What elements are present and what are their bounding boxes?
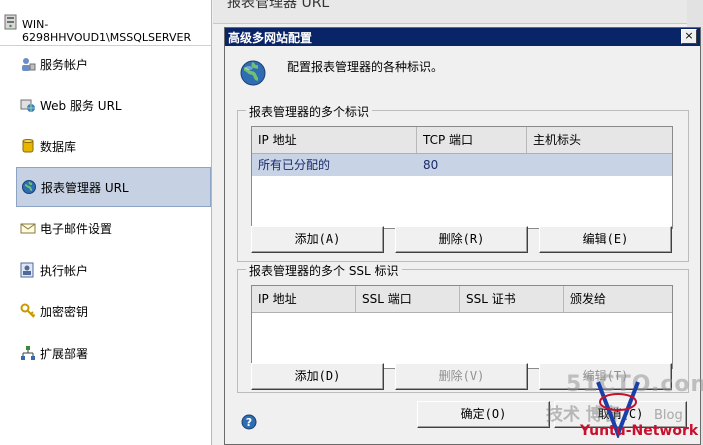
nav-item-scale-out-deployment[interactable]: 扩展部署 xyxy=(16,334,211,372)
identities-groupbox: 报表管理器的多个标识 IP 地址 TCP 端口 主机标头 所有已分配的 80 添… xyxy=(237,103,689,262)
server-header: WIN-6298HHVOUD1\MSSQLSERVER xyxy=(0,0,211,46)
cancel-button[interactable]: 取消(C) xyxy=(554,401,687,428)
add-ssl-identity-button[interactable]: 添加(D) xyxy=(251,363,384,390)
nav-label: 执行帐户 xyxy=(40,263,89,278)
edit-identity-button[interactable]: 编辑(E) xyxy=(539,226,672,253)
nav-label: Web 服务 URL xyxy=(40,98,122,113)
nav-label: 加密密钥 xyxy=(40,304,89,319)
column-ip-address[interactable]: IP 地址 xyxy=(252,127,417,153)
database-icon xyxy=(22,139,34,153)
column-tcp-port[interactable]: TCP 端口 xyxy=(417,127,527,153)
web-service-icon xyxy=(20,99,35,112)
ok-button[interactable]: 确定(O) xyxy=(417,401,550,428)
cell-ip-address: 所有已分配的 xyxy=(258,158,331,172)
ssl-identities-table[interactable]: IP 地址 SSL 端口 SSL 证书 颁发给 xyxy=(251,285,673,369)
close-button[interactable]: × xyxy=(681,29,697,44)
server-name: WIN-6298HHVOUD1\MSSQLSERVER xyxy=(22,18,192,44)
nav-label: 扩展部署 xyxy=(40,346,89,361)
column-ssl-certificate[interactable]: SSL 证书 xyxy=(460,286,564,312)
globe-icon xyxy=(240,60,266,86)
edit-ssl-identity-button[interactable]: 编辑(T) xyxy=(539,363,672,390)
table-header: IP 地址 SSL 端口 SSL 证书 颁发给 xyxy=(252,286,672,313)
column-host-header[interactable]: 主机标头 xyxy=(527,127,672,153)
delete-identity-button[interactable]: 删除(R) xyxy=(395,226,528,253)
dialog-description: 配置报表管理器的各种标识。 xyxy=(287,60,444,74)
ssl-identities-groupbox: 报表管理器的多个 SSL 标识 IP 地址 SSL 端口 SSL 证书 颁发给 … xyxy=(237,262,689,393)
page-title: 报表管理器 URL xyxy=(227,0,330,11)
close-icon: × xyxy=(684,29,694,42)
server-icon xyxy=(4,14,17,30)
nav-item-web-service-url[interactable]: Web 服务 URL xyxy=(16,86,211,124)
ssl-identities-legend: 报表管理器的多个 SSL 标识 xyxy=(246,262,402,279)
service-account-icon xyxy=(22,58,36,71)
identities-table[interactable]: IP 地址 TCP 端口 主机标头 所有已分配的 80 xyxy=(251,126,673,229)
cell-tcp-port: 80 xyxy=(423,158,439,172)
nav-label: 服务帐户 xyxy=(40,57,89,72)
nav-item-execution-account[interactable]: 执行帐户 xyxy=(16,251,211,289)
help-icon[interactable]: ? xyxy=(241,414,257,430)
identities-legend: 报表管理器的多个标识 xyxy=(246,103,373,120)
execution-account-icon xyxy=(20,262,34,278)
network-icon xyxy=(21,346,35,360)
email-icon xyxy=(20,223,36,234)
dialog-title: 高级多网站配置 xyxy=(228,31,313,45)
nav-item-database[interactable]: 数据库 xyxy=(16,127,211,165)
column-ssl-port[interactable]: SSL 端口 xyxy=(356,286,460,312)
globe-icon xyxy=(22,180,36,194)
table-header: IP 地址 TCP 端口 主机标头 xyxy=(252,127,672,154)
nav-item-email-settings[interactable]: 电子邮件设置 xyxy=(16,209,211,247)
key-icon xyxy=(20,303,36,318)
cell-host-header xyxy=(527,154,672,176)
navigation-sidebar: WIN-6298HHVOUD1\MSSQLSERVER 服务帐户 Web 服务 … xyxy=(0,0,212,445)
advanced-multiple-sites-dialog: 高级多网站配置 × 配置报表管理器的各种标识。 报表管理器的多个标识 IP 地址… xyxy=(224,27,701,445)
nav-item-service-account[interactable]: 服务帐户 xyxy=(16,45,211,83)
dialog-titlebar[interactable]: 高级多网站配置 × xyxy=(225,28,700,46)
column-issued-to[interactable]: 颁发给 xyxy=(564,286,672,312)
svg-text:?: ? xyxy=(246,416,252,429)
nav-label: 电子邮件设置 xyxy=(40,221,113,236)
delete-ssl-identity-button[interactable]: 删除(V) xyxy=(395,363,528,390)
add-identity-button[interactable]: 添加(A) xyxy=(251,226,384,253)
column-ip-address[interactable]: IP 地址 xyxy=(252,286,356,312)
main-title-strip: 报表管理器 URL xyxy=(213,0,703,24)
nav-item-report-manager-url[interactable]: 报表管理器 URL xyxy=(16,167,211,207)
nav-label: 数据库 xyxy=(40,139,77,154)
nav-label: 报表管理器 URL xyxy=(41,180,129,195)
table-row[interactable]: 所有已分配的 80 xyxy=(252,154,672,176)
nav-item-encryption-keys[interactable]: 加密密钥 xyxy=(16,292,211,330)
